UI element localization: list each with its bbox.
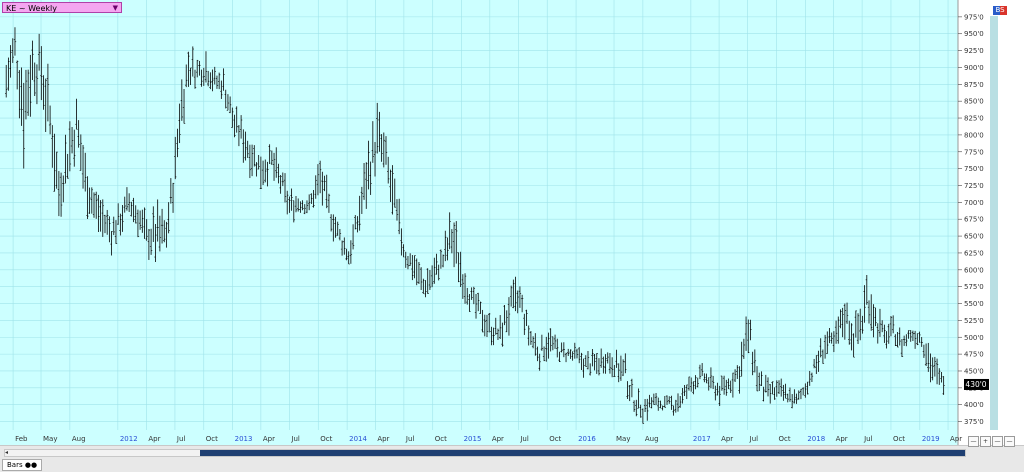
y-tick-label: 500'0 bbox=[964, 334, 984, 342]
x-tick-label: Oct bbox=[435, 435, 447, 443]
chart-window: 375'0400'0425'0450'0475'0500'0525'0550'0… bbox=[0, 0, 1024, 472]
x-tick-label: 2013 bbox=[235, 435, 253, 443]
x-tick-label: Apr bbox=[721, 435, 733, 443]
scroll-left-icon[interactable]: ◂ bbox=[5, 450, 13, 456]
y-tick-label: 875'0 bbox=[964, 81, 984, 89]
x-tick-label: Apr bbox=[836, 435, 848, 443]
y-tick-label: 375'0 bbox=[964, 418, 984, 426]
x-tick-label: Oct bbox=[549, 435, 561, 443]
y-tick-label: 450'0 bbox=[964, 367, 984, 375]
last-price-label: 430'0 bbox=[965, 380, 986, 389]
x-tick-label: Apr bbox=[148, 435, 160, 443]
y-tick-label: 475'0 bbox=[964, 351, 984, 359]
price-chart[interactable]: 375'0400'0425'0450'0475'0500'0525'0550'0… bbox=[0, 0, 1024, 471]
bottom-toolbar: ◂ Bars ●● bbox=[0, 445, 1024, 472]
bars-tab-label: Bars bbox=[7, 461, 23, 469]
x-tick-label: Apr bbox=[263, 435, 275, 443]
x-tick-label: Oct bbox=[893, 435, 905, 443]
y-tick-label: 750'0 bbox=[964, 165, 984, 173]
horizontal-scrollbar[interactable]: ◂ bbox=[4, 449, 966, 457]
x-tick-label: Jul bbox=[519, 435, 529, 443]
x-tick-label: 2018 bbox=[807, 435, 825, 443]
y-tick-label: 650'0 bbox=[964, 233, 984, 241]
y-tick-label: 825'0 bbox=[964, 115, 984, 123]
y-tick-label: 925'0 bbox=[964, 47, 984, 55]
y-tick-label: 725'0 bbox=[964, 182, 984, 190]
x-tick-label: 2019 bbox=[922, 435, 940, 443]
x-tick-label: Feb bbox=[15, 435, 28, 443]
plot-area[interactable] bbox=[0, 0, 958, 445]
y-tick-label: 400'0 bbox=[964, 401, 984, 409]
x-tick-label: Jul bbox=[749, 435, 759, 443]
y-tick-label: 850'0 bbox=[964, 98, 984, 106]
x-tick-label: 2014 bbox=[349, 435, 367, 443]
x-tick-label: Apr bbox=[492, 435, 504, 443]
y-tick-label: 550'0 bbox=[964, 300, 984, 308]
y-tick-label: 975'0 bbox=[964, 13, 984, 21]
bs-icon[interactable]: BS bbox=[993, 6, 1007, 15]
y-tick-label: 775'0 bbox=[964, 148, 984, 156]
y-tick-label: 800'0 bbox=[964, 131, 984, 139]
bars-tab[interactable]: Bars ●● bbox=[2, 459, 43, 471]
y-tick-label: 700'0 bbox=[964, 199, 984, 207]
x-tick-label: Jul bbox=[290, 435, 300, 443]
y-tick-label: 575'0 bbox=[964, 283, 984, 291]
zoom-reset-button[interactable]: — bbox=[992, 436, 1003, 447]
x-tick-label: Jul bbox=[863, 435, 873, 443]
x-tick-label: May bbox=[616, 435, 630, 443]
x-tick-label: Oct bbox=[778, 435, 790, 443]
y-tick-label: 950'0 bbox=[964, 30, 984, 38]
symbol-selector[interactable]: KE ~ Weekly ▼ bbox=[2, 2, 122, 13]
x-tick-label: 2012 bbox=[120, 435, 138, 443]
x-tick-label: Jul bbox=[176, 435, 186, 443]
zoom-out-button[interactable]: — bbox=[968, 436, 979, 447]
x-tick-label: Oct bbox=[206, 435, 218, 443]
last-price-tag: 430'0 bbox=[964, 378, 989, 390]
binoculars-icon: ●● bbox=[24, 461, 38, 469]
x-tick-label: Aug bbox=[72, 435, 86, 443]
x-tick-label: Aug bbox=[645, 435, 659, 443]
x-tick-label: Oct bbox=[320, 435, 332, 443]
y-tick-label: 675'0 bbox=[964, 216, 984, 224]
chevron-down-icon[interactable]: ▼ bbox=[113, 3, 118, 14]
vertical-scale-strip[interactable] bbox=[990, 16, 998, 430]
symbol-label: KE ~ Weekly bbox=[6, 4, 57, 13]
scrollbar-thumb[interactable] bbox=[200, 450, 965, 456]
x-tick-label: 2017 bbox=[693, 435, 711, 443]
y-tick-label: 625'0 bbox=[964, 249, 984, 257]
x-tick-label: 2016 bbox=[578, 435, 596, 443]
y-tick-label: 600'0 bbox=[964, 266, 984, 274]
x-tick-label: Jul bbox=[405, 435, 415, 443]
y-tick-label: 525'0 bbox=[964, 317, 984, 325]
x-tick-label: Apr bbox=[950, 435, 962, 443]
x-tick-label: 2015 bbox=[464, 435, 482, 443]
zoom-in-button[interactable]: + bbox=[980, 436, 991, 447]
x-tick-label: Apr bbox=[377, 435, 389, 443]
zoom-fit-button[interactable]: — bbox=[1004, 436, 1015, 447]
x-tick-label: May bbox=[43, 435, 57, 443]
y-tick-label: 900'0 bbox=[964, 64, 984, 72]
